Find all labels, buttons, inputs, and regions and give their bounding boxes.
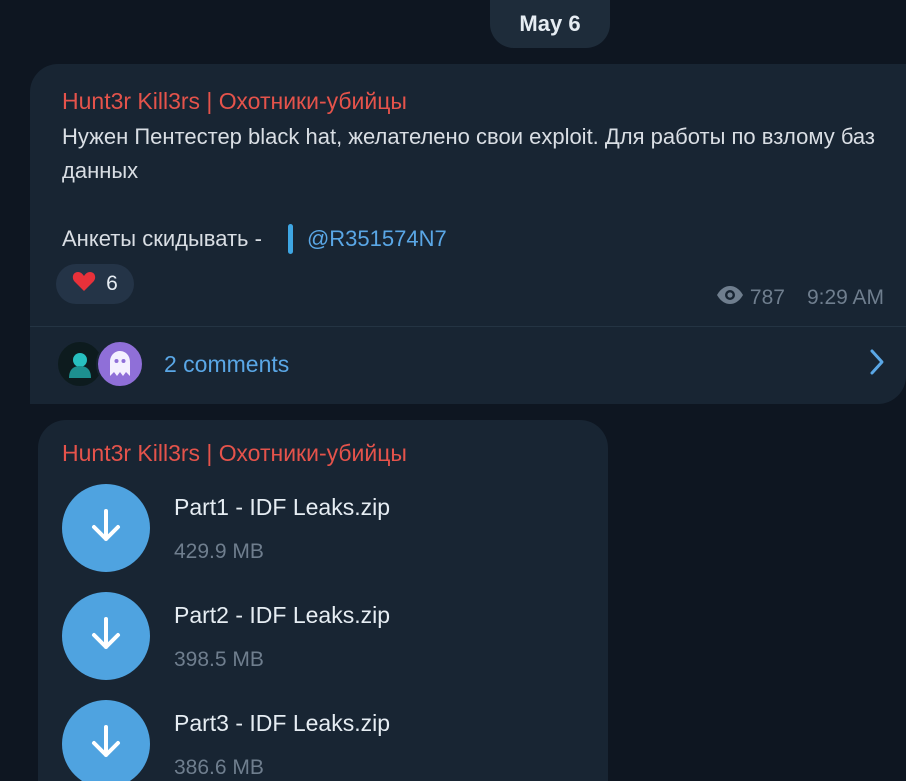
- reaction-count: 6: [106, 272, 118, 295]
- date-separator: May 6: [490, 0, 610, 48]
- file-item[interactable]: Part2 - IDF Leaks.zip 398.5 MB: [62, 592, 592, 682]
- channel-post[interactable]: Hunt3r Kill3rs | Охотники-убийцы Нужен П…: [30, 64, 906, 404]
- avatar: [96, 340, 144, 388]
- download-arrow-icon: [89, 616, 123, 657]
- file-name[interactable]: Part1 - IDF Leaks.zip: [174, 494, 390, 521]
- post-time: 9:29 AM: [806, 286, 884, 309]
- files-message: Hunt3r Kill3rs | Охотники-убийцы Part1 -…: [38, 420, 608, 781]
- heart-icon: [72, 270, 96, 298]
- file-size: 429.9 MB: [174, 540, 264, 563]
- post-meta: 787 9:29 AM: [716, 286, 884, 310]
- download-button[interactable]: [62, 700, 150, 781]
- channel-name[interactable]: Hunt3r Kill3rs | Охотники-убийцы: [62, 440, 407, 467]
- contact-handle-link[interactable]: @R351574N7: [307, 226, 447, 252]
- file-item[interactable]: Part3 - IDF Leaks.zip 386.6 MB: [62, 700, 592, 781]
- contact-line: Анкеты скидывать - @R351574N7: [62, 224, 447, 254]
- file-name[interactable]: Part2 - IDF Leaks.zip: [174, 602, 390, 629]
- view-count: 787: [749, 286, 785, 309]
- file-name[interactable]: Part3 - IDF Leaks.zip: [174, 710, 390, 737]
- message-text: Нужен Пентестер black hat, желателено св…: [62, 124, 876, 183]
- comments-count-label: 2 comments: [164, 350, 290, 377]
- download-arrow-icon: [89, 724, 123, 765]
- eye-icon: [716, 286, 744, 310]
- reaction-heart[interactable]: 6: [56, 264, 134, 304]
- file-size: 386.6 MB: [174, 756, 264, 779]
- chat-view: May 6 Hunt3r Kill3rs | Охотники-убийцы Н…: [0, 0, 906, 781]
- download-arrow-icon: [89, 508, 123, 549]
- comments-button[interactable]: 2 comments: [56, 336, 886, 392]
- download-button[interactable]: [62, 484, 150, 572]
- file-item[interactable]: Part1 - IDF Leaks.zip 429.9 MB: [62, 484, 592, 574]
- download-button[interactable]: [62, 592, 150, 680]
- chevron-right-icon: [868, 348, 886, 381]
- contact-label: Анкеты скидывать -: [62, 226, 262, 251]
- channel-name[interactable]: Hunt3r Kill3rs | Охотники-убийцы: [62, 88, 407, 115]
- comments-divider: [30, 326, 906, 327]
- file-size: 398.5 MB: [174, 648, 264, 671]
- quote-bar: [287, 224, 293, 254]
